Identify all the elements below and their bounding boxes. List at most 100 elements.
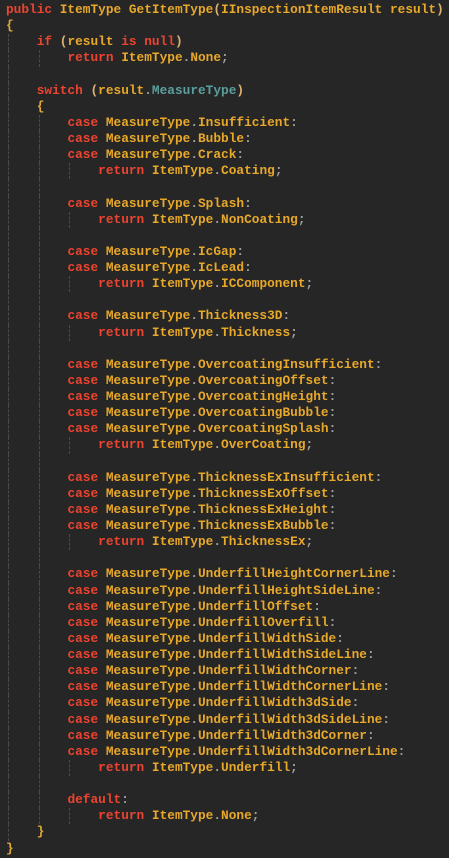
code-line[interactable]: case MeasureType.IcGap: [0, 243, 449, 260]
identifier-token: MeasureType [98, 147, 191, 163]
code-line[interactable]: case MeasureType.OvercoatingOffset: [0, 372, 449, 389]
keyword-token: case [67, 243, 99, 259]
code-line[interactable]: return ItemType.Coating; [0, 163, 449, 180]
keyword-token: return [98, 759, 145, 775]
identifier-token: UnderfillOverfill [198, 614, 329, 630]
code-line[interactable]: return ItemType.Underfill; [0, 759, 449, 776]
code-line[interactable] [0, 179, 449, 196]
indent-guide [8, 485, 9, 502]
code-line[interactable]: case MeasureType.UnderfillHeightSideLine… [0, 582, 449, 599]
code-line[interactable] [0, 292, 449, 309]
code-line[interactable]: case MeasureType.OvercoatingSplash: [0, 421, 449, 438]
identifier-token: ItemType [144, 437, 214, 453]
keyword-token: return [98, 211, 145, 227]
code-line[interactable]: case MeasureType.ThicknessExHeight: [0, 501, 449, 518]
punctuation-token: . [190, 389, 198, 404]
code-line[interactable] [0, 340, 449, 357]
code-line[interactable]: case MeasureType.ThicknessExOffset: [0, 485, 449, 502]
code-line[interactable]: return ItemType.OverCoating; [0, 437, 449, 454]
punctuation-token: : [397, 743, 406, 759]
code-line[interactable]: case MeasureType.ThicknessExBubble: [0, 518, 449, 535]
code-line[interactable]: { [0, 98, 449, 115]
code-line[interactable]: return ItemType.None; [0, 50, 449, 67]
identifier-token: MeasureType [98, 485, 191, 501]
keyword-token: public [6, 2, 53, 17]
code-line[interactable]: case MeasureType.Insufficient: [0, 114, 449, 131]
punctuation-token: . [190, 131, 198, 146]
code-line[interactable]: case MeasureType.OvercoatingHeight: [0, 389, 449, 406]
indent-guide [38, 308, 40, 325]
code-line[interactable]: return ItemType.None; [0, 808, 449, 825]
code-line[interactable]: case MeasureType.Splash: [0, 195, 449, 212]
indent-guide [38, 50, 40, 67]
code-line[interactable]: { [0, 18, 449, 34]
identifier-token: IcGap [198, 243, 237, 259]
brace-token: { [6, 18, 14, 34]
code-line[interactable]: case MeasureType.OvercoatingBubble: [0, 405, 449, 422]
identifier-token: ICComponent [221, 276, 306, 292]
punctuation-token: : [328, 518, 337, 533]
code-line[interactable]: public ItemType GetItemType(IInspectionI… [0, 2, 449, 18]
code-line[interactable] [0, 66, 449, 83]
code-line[interactable]: case MeasureType.UnderfillWidth3dSide: [0, 695, 449, 712]
punctuation-token: : [328, 485, 337, 501]
punctuation-token: . [190, 614, 198, 630]
code-line[interactable]: case MeasureType.UnderfillWidthSide: [0, 630, 449, 647]
indent-guide [8, 356, 9, 373]
indent-guide [8, 792, 9, 809]
identifier-token: UnderfillWidthSide [198, 630, 337, 646]
code-line[interactable]: case MeasureType.UnderfillOffset: [0, 598, 449, 615]
code-line[interactable] [0, 550, 449, 567]
code-line[interactable]: case MeasureType.OvercoatingInsufficient… [0, 356, 449, 373]
code-line[interactable] [0, 776, 449, 793]
code-line[interactable]: if (result is null) [0, 34, 449, 51]
code-line[interactable]: case MeasureType.UnderfillOverfill: [0, 614, 449, 631]
code-line[interactable]: switch (result.MeasureType) [0, 82, 449, 99]
identifier-token: MeasureType [98, 743, 191, 759]
code-line[interactable]: return ItemType.ICComponent; [0, 276, 449, 293]
code-line[interactable]: return ItemType.NonCoating; [0, 211, 449, 228]
code-line[interactable]: } [0, 824, 449, 841]
code-line[interactable]: case MeasureType.UnderfillWidthCornerLin… [0, 679, 449, 696]
paren-token: ) [174, 34, 183, 50]
code-line[interactable]: case MeasureType.UnderfillWidth3dCornerL… [0, 743, 449, 760]
brace-token: } [36, 824, 45, 840]
code-line[interactable]: case MeasureType.ThicknessExInsufficient… [0, 469, 449, 486]
punctuation-token: . [213, 276, 222, 292]
code-line[interactable]: case MeasureType.Crack: [0, 147, 449, 164]
code-line[interactable]: case MeasureType.Bubble: [0, 131, 449, 148]
keyword-token: is null [121, 34, 175, 50]
indent-guide [8, 598, 9, 615]
code-line[interactable]: return ItemType.Thickness; [0, 324, 449, 341]
indent-guide [69, 324, 71, 341]
indent-guide [38, 276, 40, 293]
punctuation-token: : [374, 356, 383, 372]
code-line[interactable] [0, 453, 449, 470]
code-editor[interactable]: public ItemType GetItemType(IInspectionI… [0, 0, 449, 857]
code-line[interactable]: case MeasureType.UnderfillWidthCorner: [0, 663, 449, 680]
code-line[interactable]: case MeasureType.UnderfillWidth3dSideLin… [0, 711, 449, 728]
code-line[interactable]: } [0, 841, 449, 857]
punctuation-token: . [190, 630, 198, 646]
indent-guide [8, 453, 9, 470]
code-line[interactable]: default: [0, 792, 449, 809]
code-line[interactable] [0, 227, 449, 244]
punctuation-token: ; [297, 211, 306, 227]
code-line[interactable]: case MeasureType.UnderfillWidthSideLine: [0, 647, 449, 664]
identifier-token: OvercoatingBubble [198, 405, 329, 421]
punctuation-token: ; [305, 276, 314, 292]
punctuation-token: . [190, 356, 198, 372]
indent-guide [8, 582, 9, 599]
code-line[interactable]: case MeasureType.UnderfillWidth3dCorner: [0, 727, 449, 744]
code-line[interactable]: case MeasureType.UnderfillHeightCornerLi… [0, 566, 449, 583]
code-line[interactable]: case MeasureType.IcLead: [0, 260, 449, 277]
code-line[interactable]: case MeasureType.Thickness3D: [0, 308, 449, 325]
identifier-token: ItemType GetItemType [52, 2, 214, 17]
keyword-token: case [67, 372, 99, 388]
identifier-token: UnderfillWidthCorner [198, 663, 352, 679]
indent-guide [8, 179, 9, 196]
code-line[interactable]: return ItemType.ThicknessEx; [0, 534, 449, 551]
identifier-token: MeasureType [98, 243, 191, 259]
identifier-token: OvercoatingOffset [198, 372, 329, 388]
punctuation-token: ; [290, 759, 298, 775]
